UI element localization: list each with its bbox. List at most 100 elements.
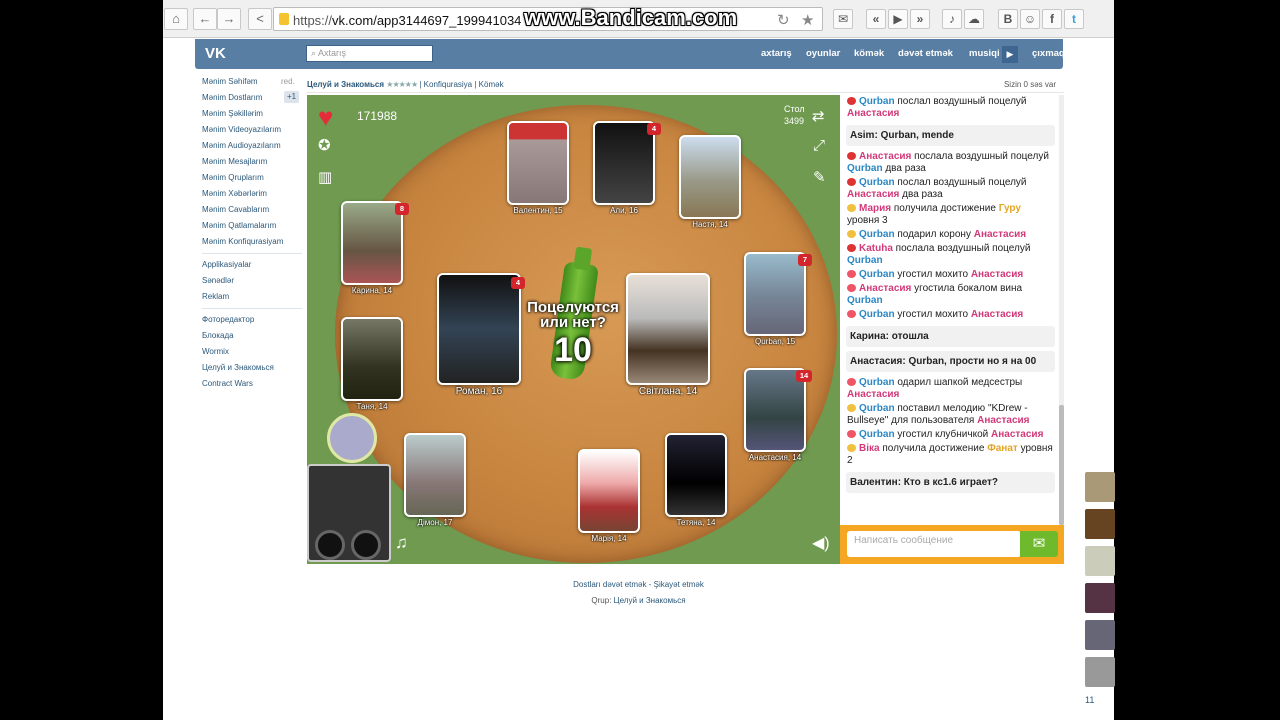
- stats-icon[interactable]: ▥: [318, 168, 332, 186]
- chat-username[interactable]: Qurban: [859, 269, 895, 280]
- home-icon[interactable]: ⌂: [164, 8, 188, 30]
- chat-username[interactable]: Валентин:: [850, 477, 901, 488]
- chat-input[interactable]: Написать сообщение: [847, 531, 1021, 557]
- sidebar-item-groups[interactable]: Mənim Qruplarım: [202, 170, 302, 186]
- chat-icon[interactable]: ☁: [964, 9, 984, 29]
- chat-username[interactable]: Анастасия: [971, 269, 1023, 280]
- chat-username[interactable]: Qurban: [859, 309, 895, 320]
- search-input[interactable]: ⌕ Axtarış: [306, 45, 433, 62]
- chat-username[interactable]: Qurban: [859, 229, 895, 240]
- chat-username[interactable]: Анастасия: [847, 189, 899, 200]
- chat-username[interactable]: Анастасия: [847, 389, 899, 400]
- play-icon[interactable]: ▶: [888, 9, 908, 29]
- chat-username[interactable]: Карина:: [850, 331, 889, 342]
- chat-username[interactable]: Qurban: [847, 295, 883, 306]
- friend-avatar[interactable]: [1085, 583, 1115, 613]
- address-bar[interactable]: https://vk.com/app3144697_199941034 www.…: [273, 5, 823, 31]
- nav-invite[interactable]: dəvət etmək: [898, 48, 953, 59]
- chat-username[interactable]: Анастасия: [991, 429, 1043, 440]
- forward-icon[interactable]: →: [217, 8, 241, 30]
- chat-username[interactable]: Фанат: [987, 443, 1018, 454]
- fastforward-icon[interactable]: »: [910, 9, 930, 29]
- mail-icon[interactable]: ✉: [833, 9, 853, 29]
- twitter-ext-icon[interactable]: t: [1064, 9, 1084, 29]
- chat-username[interactable]: Анастасия:: [850, 356, 906, 367]
- sidebar-item-photos[interactable]: Mənim Şəkillərim: [202, 106, 302, 122]
- change-table-icon[interactable]: ⇄: [812, 107, 825, 125]
- chat-username[interactable]: Анастасия: [859, 283, 911, 294]
- heart-add-icon[interactable]: ♥: [318, 102, 333, 133]
- music-icon[interactable]: ♪: [942, 9, 962, 29]
- friend-avatar[interactable]: [1085, 620, 1115, 650]
- sidebar-item-ads[interactable]: Reklam: [202, 289, 302, 305]
- tag-icon[interactable]: ✎: [813, 168, 826, 186]
- chat-username[interactable]: Asim:: [850, 130, 878, 141]
- edit-link[interactable]: red.: [281, 74, 295, 90]
- sidebar-app-blokada[interactable]: Блокада: [202, 328, 302, 344]
- sidebar-app-wormix[interactable]: Wormix: [202, 344, 302, 360]
- star-icon[interactable]: ★: [801, 11, 814, 29]
- chat-username[interactable]: Qurban: [859, 96, 895, 107]
- sidebar-item-answers[interactable]: Mənim Cavablarım: [202, 202, 302, 218]
- chat-username[interactable]: Qurban: [859, 403, 895, 414]
- sidebar-item-messages[interactable]: Mənim Mesajlarım: [202, 154, 302, 170]
- app-title[interactable]: Целуй и Знакомься: [307, 80, 384, 89]
- back-icon[interactable]: ←: [193, 8, 217, 30]
- chat-username[interactable]: Анастасия: [859, 151, 911, 162]
- nav-help[interactable]: kömək: [854, 48, 884, 59]
- vk-ext-icon[interactable]: B: [998, 9, 1018, 29]
- vk-logo[interactable]: VK: [205, 45, 231, 63]
- chat-username[interactable]: Qurban: [859, 177, 895, 188]
- sidebar-app-photo-editor[interactable]: Фоторедактор: [202, 312, 302, 328]
- sidebar-item-documents[interactable]: Sənədlər: [202, 273, 302, 289]
- sidebar-item-news[interactable]: Mənim Xəbərlərim: [202, 186, 302, 202]
- chat-username[interactable]: Katuha: [859, 243, 893, 254]
- friend-avatar[interactable]: [1085, 546, 1115, 576]
- chat-username[interactable]: Гуру: [999, 203, 1021, 214]
- sidebar-item-audio[interactable]: Mənim Audioyazılarım: [202, 138, 302, 154]
- nav-games[interactable]: oyunlar: [806, 48, 840, 59]
- chat-scrollbar-thumb[interactable]: [1059, 405, 1064, 525]
- radio-player[interactable]: [307, 464, 391, 562]
- send-message-icon[interactable]: ✉: [1020, 531, 1058, 557]
- friend-avatar[interactable]: [1085, 657, 1115, 687]
- sidebar-item-bookmarks[interactable]: Mənim Qatlamalarım: [202, 218, 302, 234]
- report-link[interactable]: Şikayət etmək: [654, 580, 704, 589]
- chat-username[interactable]: Віка: [859, 443, 880, 454]
- share-icon[interactable]: <: [248, 8, 272, 30]
- chat-username[interactable]: Qurban: [847, 163, 883, 174]
- sidebar-app-kiss[interactable]: Целуй и Знакомься: [202, 360, 302, 376]
- music-note-icon[interactable]: ♫: [395, 533, 408, 553]
- chat-username[interactable]: Анастасия: [977, 415, 1029, 426]
- volume-icon[interactable]: ◀): [812, 533, 830, 553]
- chat-username[interactable]: Qurban: [859, 429, 895, 440]
- game-area[interactable]: ♥ 171988 ✪ ▥ Стол 3499 ⇄ ⤢ ✎ Валентин, 1…: [307, 95, 840, 564]
- group-link[interactable]: Целуй и Знакомься: [614, 596, 686, 605]
- fullscreen-icon[interactable]: ⤢: [813, 137, 825, 154]
- chat-username[interactable]: Qurban: [847, 255, 883, 266]
- sidebar-item-apps[interactable]: Applikasiyalar: [202, 257, 302, 273]
- chat-username[interactable]: Анастасия: [847, 108, 899, 119]
- chat-username[interactable]: Анастасия: [971, 309, 1023, 320]
- reload-icon[interactable]: ↻: [777, 11, 790, 29]
- friend-avatar[interactable]: [1085, 472, 1115, 502]
- sidebar-item-settings[interactable]: Mənim Konfiqurasiyam: [202, 234, 302, 250]
- nav-logout[interactable]: çıxmaq: [1032, 48, 1065, 59]
- chat-username[interactable]: Анастасия: [974, 229, 1026, 240]
- award-icon[interactable]: ✪: [318, 136, 331, 154]
- sidebar-app-contract-wars[interactable]: Contract Wars: [202, 376, 302, 392]
- friend-avatar[interactable]: [1085, 509, 1115, 539]
- app-settings-link[interactable]: Konfiqurasiya: [424, 80, 472, 89]
- invite-friends-link[interactable]: Dostları dəvət etmək: [573, 580, 646, 589]
- chat-username[interactable]: Мария: [859, 203, 891, 214]
- rewind-icon[interactable]: «: [866, 9, 886, 29]
- nav-music[interactable]: musiqi: [969, 48, 1000, 59]
- music-play-icon[interactable]: ▶: [1002, 46, 1018, 63]
- facebook-ext-icon[interactable]: f: [1042, 9, 1062, 29]
- sidebar-item-videos[interactable]: Mənim Videoyazılarım: [202, 122, 302, 138]
- chat-scrollbar[interactable]: [1059, 95, 1064, 525]
- chat-username[interactable]: Qurban: [859, 377, 895, 388]
- app-help-link[interactable]: Kömək: [479, 80, 504, 89]
- nav-search[interactable]: axtarış: [761, 48, 792, 59]
- ok-ext-icon[interactable]: ☺: [1020, 9, 1040, 29]
